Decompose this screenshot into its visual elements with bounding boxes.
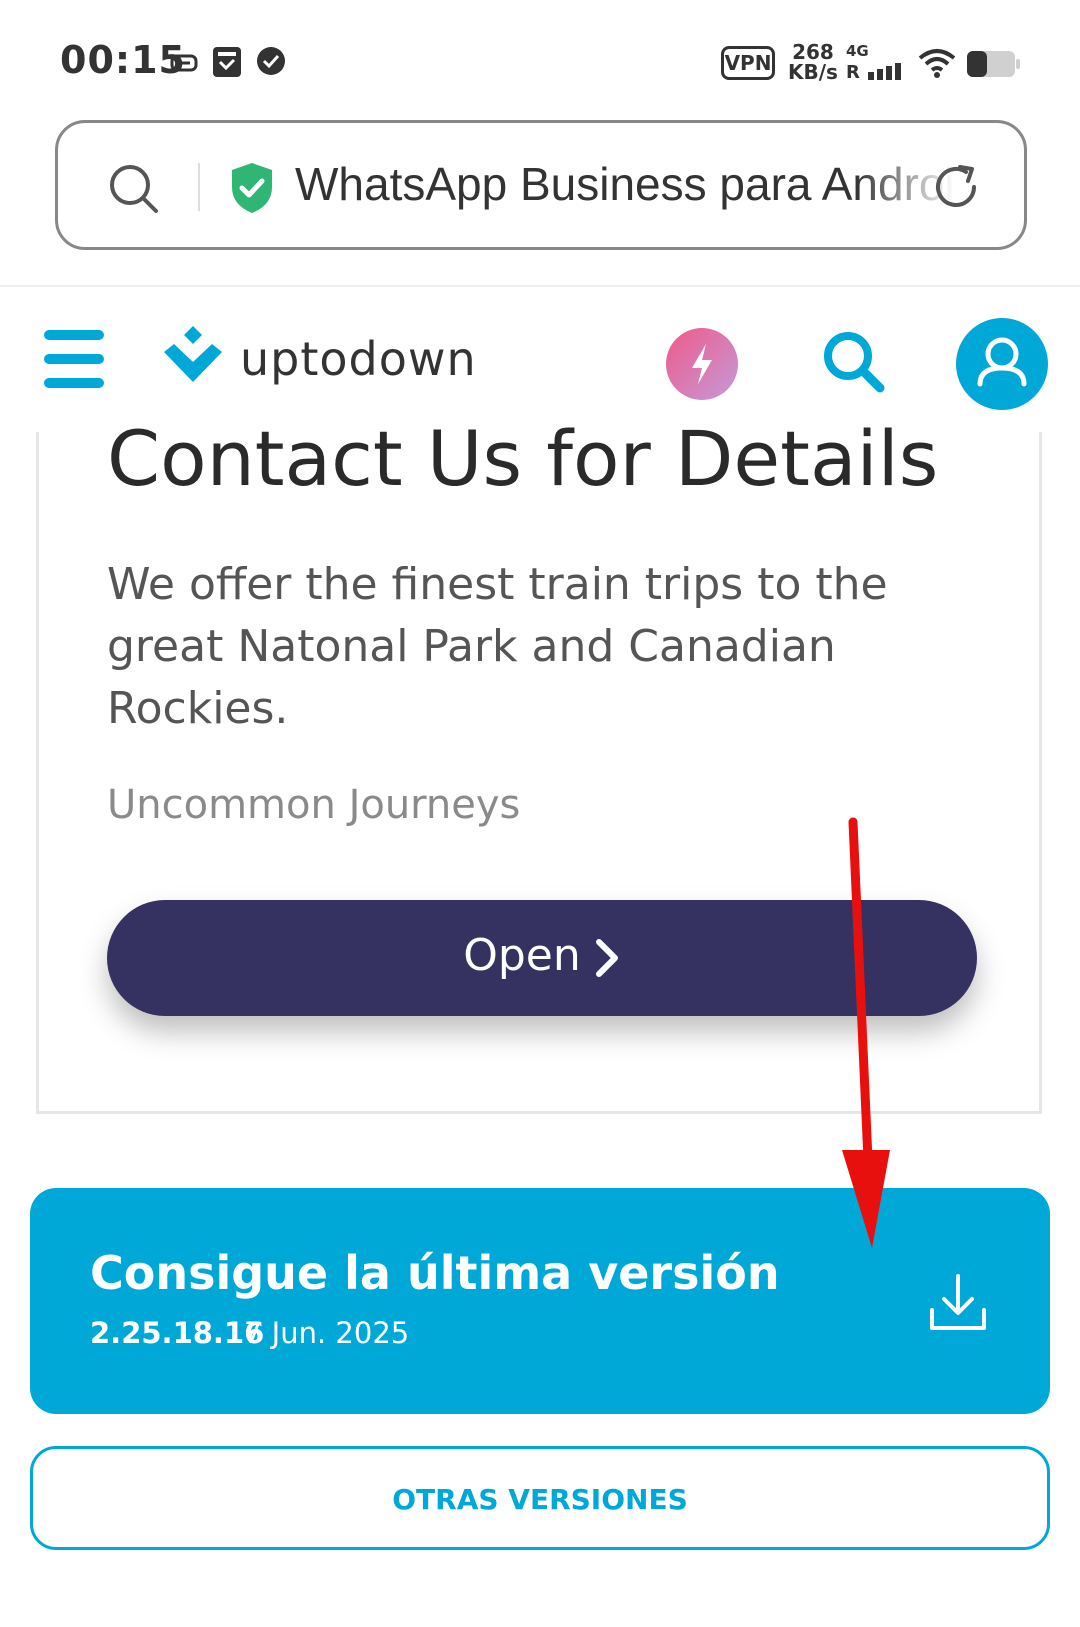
wifi-icon (918, 49, 956, 78)
site-search-icon[interactable] (820, 328, 886, 394)
menu-icon[interactable] (44, 330, 104, 390)
ad-open-button[interactable]: Open (107, 900, 977, 1016)
ad-description: We offer the finest train trips to the g… (107, 559, 888, 734)
user-account-button[interactable] (956, 318, 1048, 410)
user-icon (977, 337, 1027, 387)
status-bar: 00:15 VPN 268 KB/s 4G R (0, 0, 1080, 120)
status-time: 00:15 (60, 38, 186, 82)
site-header: uptodown (0, 290, 1080, 430)
browser-address-bar[interactable]: WhatsApp Business para Android (55, 120, 1027, 250)
secure-shield-icon (232, 163, 272, 213)
sim-card-icon (213, 47, 241, 77)
link-icon (170, 54, 198, 72)
lightning-icon (692, 344, 712, 384)
network-type: 4G (846, 42, 869, 60)
browser-divider (0, 285, 1080, 287)
battery-icon (967, 51, 1020, 77)
ad-title: Contact Us for Details (107, 414, 939, 503)
download-latest-button[interactable]: Consigue la última versión 2.25.18.16 7 … (30, 1188, 1050, 1414)
download-title: Consigue la última versión (90, 1246, 780, 1300)
ad-card[interactable]: Contact Us for Details We offer the fine… (36, 414, 1042, 1114)
other-versions-button[interactable]: OTRAS VERSIONES (30, 1446, 1050, 1550)
address-bar-divider (198, 163, 200, 211)
check-circle-icon (257, 47, 285, 75)
network-speed-value: 268 (792, 40, 834, 64)
flash-button[interactable] (666, 328, 738, 400)
ad-brand: Uncommon Journeys (107, 782, 521, 828)
download-icon (930, 1274, 986, 1330)
vpn-badge: VPN (721, 46, 775, 80)
other-versions-label: OTRAS VERSIONES (392, 1483, 688, 1516)
search-icon[interactable] (108, 163, 160, 215)
ad-open-label: Open (463, 930, 581, 981)
download-date: 7 Jun. 2025 (244, 1316, 410, 1350)
roaming-indicator: R (846, 62, 860, 83)
reload-icon[interactable] (930, 161, 982, 213)
uptodown-logo-icon[interactable] (162, 324, 224, 386)
network-speed: 268 KB/s (788, 42, 838, 82)
chevron-right-icon (596, 939, 618, 977)
network-speed-unit: KB/s (788, 60, 838, 84)
signal-icon (868, 63, 901, 80)
download-version: 2.25.18.16 (90, 1316, 265, 1350)
logo-text[interactable]: uptodown (240, 332, 477, 386)
page-title[interactable]: WhatsApp Business para Android (295, 157, 955, 211)
